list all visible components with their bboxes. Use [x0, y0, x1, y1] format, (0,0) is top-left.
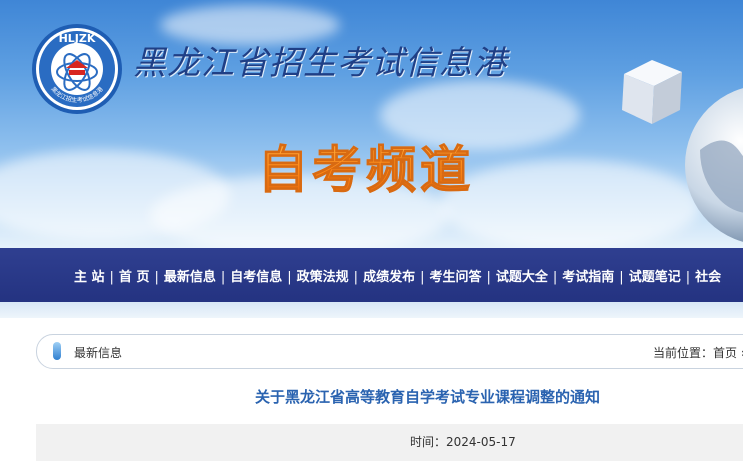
article-title: 关于黑龙江省高等教育自学考试专业课程调整的通知	[255, 388, 601, 406]
nav-item-exam-papers[interactable]: 试题大全	[496, 270, 548, 285]
nav-separator: |	[109, 270, 114, 285]
location-home-link[interactable]: 首页	[713, 346, 737, 360]
publish-time-label: 时间：	[410, 435, 447, 449]
site-banner: HLJZK 黑龙江招生考试信息港 黑龙江省招生考试信息港 自考频道	[0, 0, 743, 248]
nav-separator: |	[220, 270, 226, 285]
nav-separator: |	[552, 270, 558, 285]
main-nav: 主 站 | 首 页 | 最新信息 | 自考信息 | 政策法规 | 成绩发布 | 考生问答 | 试题大全 | 考试…	[0, 248, 743, 302]
location-separator: »	[737, 346, 743, 360]
section-label[interactable]: 最新信息	[74, 344, 122, 361]
nav-item-main-site[interactable]: 主 站	[74, 270, 105, 285]
nav-item-latest-news[interactable]: 最新信息	[164, 270, 216, 285]
article-meta-bar: 时间：2024-05-17	[36, 424, 743, 461]
publish-time: 时间：2024-05-17	[410, 433, 516, 450]
nav-list: 主 站 | 首 页 | 最新信息 | 自考信息 | 政策法规 | 成绩发布 | 考生问答 | 试题大全 | 考试…	[74, 266, 721, 285]
site-name: 黑龙江省招生考试信息港	[133, 43, 507, 82]
channel-title: 自考频道	[258, 130, 474, 202]
site-logo-icon[interactable]: HLJZK 黑龙江招生考试信息港	[30, 22, 124, 116]
section-marker-icon	[53, 342, 61, 360]
publish-time-value: 2024-05-17	[446, 435, 516, 449]
nav-separator: |	[287, 270, 292, 285]
nav-separator: |	[486, 270, 491, 285]
nav-item-results[interactable]: 成绩发布	[363, 270, 415, 285]
nav-separator: |	[685, 270, 691, 285]
nav-underline-strip	[0, 302, 743, 318]
nav-item-qa[interactable]: 考生问答	[429, 270, 481, 285]
nav-separator: |	[619, 270, 624, 285]
nav-item-self-exam-info[interactable]: 自考信息	[230, 270, 282, 285]
nav-item-policies[interactable]: 政策法规	[297, 270, 349, 285]
nav-separator: |	[353, 270, 359, 285]
breadcrumb: 最新信息 当前位置：首页 »	[36, 334, 743, 369]
logo-text: HLJZK	[59, 32, 96, 45]
location-prefix: 当前位置：	[653, 346, 714, 360]
cloud-decoration	[440, 160, 700, 248]
nav-separator: |	[154, 270, 159, 285]
nav-item-social[interactable]: 社会	[695, 270, 721, 285]
nav-item-exam-notes[interactable]: 试题笔记	[629, 270, 681, 285]
globe-decoration-icon	[685, 88, 743, 242]
nav-separator: |	[420, 270, 425, 285]
current-location: 当前位置：首页 »	[653, 344, 743, 361]
nav-item-home[interactable]: 首 页	[119, 270, 150, 285]
nav-item-exam-guide[interactable]: 考试指南	[562, 270, 614, 285]
